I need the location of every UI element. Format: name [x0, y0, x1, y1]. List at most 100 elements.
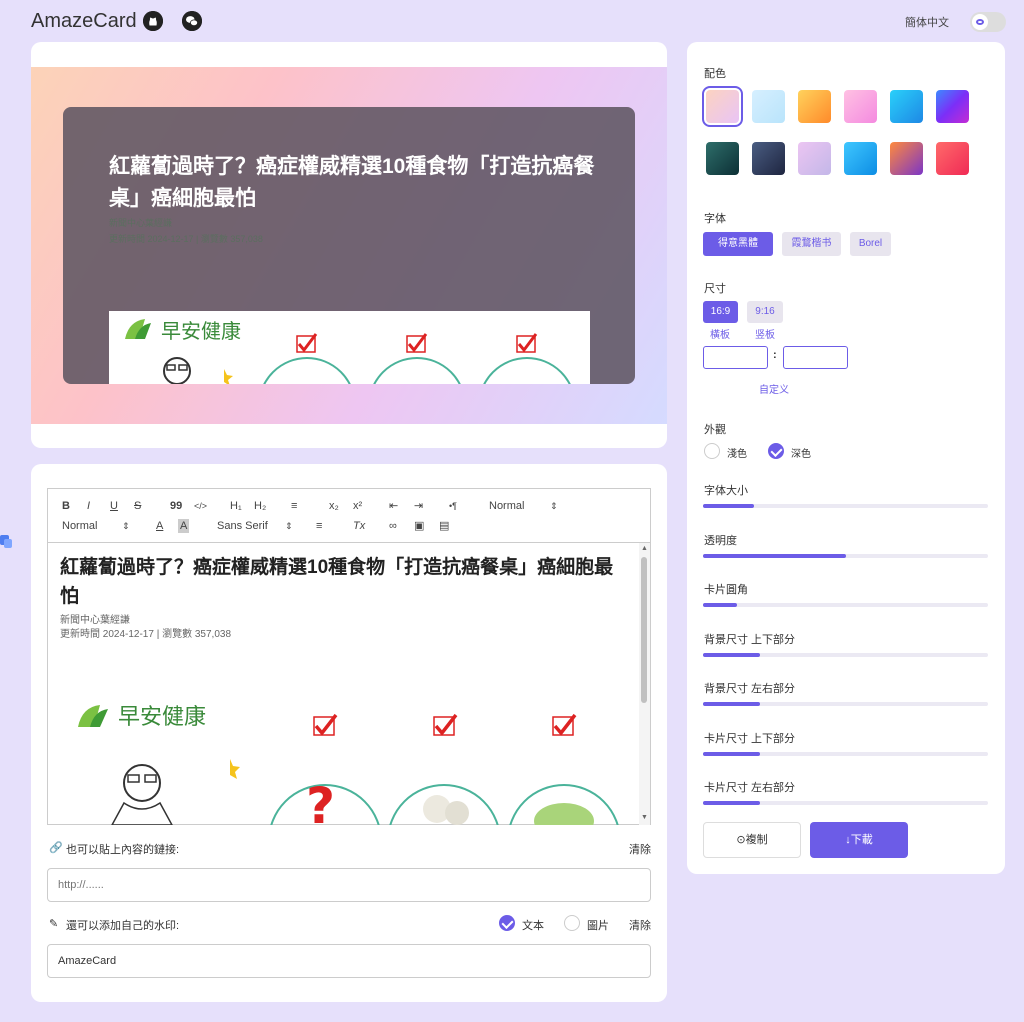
link-icon[interactable]: ∞	[389, 519, 397, 533]
list-icon[interactable]: ≡	[291, 499, 297, 513]
custom-width-input[interactable]	[703, 346, 768, 369]
card-watermark: AmazeCard	[618, 431, 655, 438]
slider-fill	[703, 652, 760, 657]
font-select[interactable]: Sans Serif	[217, 519, 268, 533]
watermark-image-radio[interactable]	[564, 915, 580, 931]
slider-label: 卡片圓角	[704, 584, 748, 596]
font-option-borel[interactable]: Borel	[850, 232, 891, 256]
language-switch[interactable]: 簡体中文	[905, 14, 949, 30]
color-swatch[interactable]	[798, 142, 831, 175]
eye-icon	[972, 14, 988, 30]
link-icon: 🔗	[49, 842, 63, 854]
article-image: 早安健康 ?	[78, 705, 619, 825]
ratio-9-16[interactable]: 9:16	[747, 301, 783, 323]
color-swatch[interactable]	[890, 142, 923, 175]
slider-fill	[703, 751, 760, 756]
custom-height-input[interactable]	[783, 346, 848, 369]
code-button[interactable]: </>	[194, 499, 207, 513]
ratio-16-9[interactable]: 16:9	[703, 301, 738, 323]
clear-format-icon[interactable]: Tx	[353, 519, 365, 533]
watermark-image-label: 圖片	[587, 920, 609, 932]
color-swatch[interactable]	[890, 90, 923, 123]
font-option-deyi[interactable]: 得意黑體	[703, 232, 773, 256]
slider-fill	[703, 702, 760, 706]
editor-toolbar: B I U S 99 </> H₁ H₂ ≡ x₂ x² ⇤ ⇥ •¶ Norm…	[48, 489, 650, 543]
slider-track[interactable]	[703, 553, 988, 558]
light-radio[interactable]	[704, 443, 720, 459]
link-clear-button[interactable]: 清除	[629, 841, 651, 857]
slider-label: 背景尺寸 上下部分	[704, 633, 796, 646]
copy-button[interactable]: ⊙複制	[703, 822, 801, 858]
appearance-label: 外觀	[704, 424, 726, 436]
wechat-icon[interactable]	[182, 11, 202, 31]
theme-toggle[interactable]	[970, 12, 1006, 32]
background-color-icon[interactable]: A	[178, 519, 190, 533]
size-label: 尺寸	[704, 283, 726, 295]
watermark-input[interactable]: AmazeCard	[47, 944, 651, 978]
ratio-vertical-caption: 竖板	[755, 330, 775, 341]
watermark-text-radio[interactable]	[499, 915, 515, 931]
wand-icon: ✎	[49, 918, 59, 930]
watermark-text-label: 文本	[522, 920, 544, 932]
size-select[interactable]: Normal	[489, 499, 524, 513]
slider-label: 卡片尺寸 上下部分	[704, 732, 796, 745]
link-label: 也可以貼上內容的鏈接:	[66, 844, 180, 856]
custom-size-button[interactable]: 自定义	[759, 381, 789, 396]
chevron-updown-icon: ⇕	[550, 501, 558, 511]
align-icon[interactable]: ≡	[316, 519, 322, 533]
slider-label: 背景尺寸 左右部分	[704, 683, 796, 695]
preview-card: 紅蘿蔔過時了？癌症權威精選10種食物「打造抗癌餐桌」癌細胞最怕 新聞中心葉經謙 …	[63, 107, 635, 384]
color-swatch[interactable]	[706, 142, 739, 175]
scroll-thumb[interactable]	[641, 557, 647, 703]
color-swatch[interactable]	[844, 90, 877, 123]
slider-track[interactable]	[703, 801, 988, 805]
editor-scrollbar[interactable]: ▲ ▼	[639, 543, 650, 825]
editor-panel: B I U S 99 </> H₁ H₂ ≡ x₂ x² ⇤ ⇥ •¶ Norm…	[31, 464, 667, 1002]
slider-track[interactable]	[703, 702, 988, 706]
slider-track[interactable]	[703, 504, 988, 508]
slider-fill	[703, 504, 755, 508]
color-swatch[interactable]	[702, 86, 743, 127]
scroll-down-icon[interactable]: ▼	[641, 814, 648, 821]
font-option-xiawu[interactable]: 霞鶩楷书	[782, 232, 841, 256]
editor-content[interactable]: 紅蘿蔔過時了？癌症權威精選10種食物「打造抗癌餐桌」癌細胞最怕 新聞中心葉經謙 …	[48, 543, 650, 825]
h2-button[interactable]: H₂	[254, 499, 266, 513]
text-color-icon[interactable]: A	[156, 519, 163, 533]
slider-fill	[703, 603, 738, 607]
scroll-up-icon[interactable]: ▲	[641, 545, 648, 552]
strike-button[interactable]: S	[134, 499, 141, 513]
subscript-button[interactable]: x₂	[329, 499, 339, 513]
bold-button[interactable]: B	[62, 499, 70, 513]
video-icon[interactable]: ▤	[439, 519, 449, 533]
color-swatch[interactable]	[752, 90, 785, 123]
dark-label: 深色	[791, 449, 811, 460]
slider-track[interactable]	[703, 652, 988, 657]
slider-track[interactable]	[703, 603, 988, 607]
slider-track[interactable]	[703, 751, 988, 756]
svg-text:?: ?	[306, 777, 335, 825]
watermark-clear-button[interactable]: 清除	[629, 917, 651, 933]
blockquote-button[interactable]: 99	[170, 499, 182, 513]
github-icon[interactable]	[143, 11, 163, 31]
svg-text:早安健康: 早安健康	[118, 705, 206, 730]
link-input[interactable]	[47, 868, 651, 902]
color-swatch[interactable]	[844, 142, 877, 175]
outdent-icon[interactable]: ⇤	[389, 499, 398, 513]
italic-button[interactable]: I	[87, 499, 90, 513]
slider-fill	[703, 553, 846, 558]
color-swatch[interactable]	[798, 90, 831, 123]
dark-radio[interactable]	[768, 443, 784, 459]
translate-widget-icon[interactable]	[0, 532, 12, 550]
color-swatch[interactable]	[936, 142, 969, 175]
direction-icon[interactable]: •¶	[449, 499, 457, 513]
superscript-button[interactable]: x²	[353, 499, 362, 513]
underline-button[interactable]: U	[110, 499, 118, 513]
color-swatch[interactable]	[936, 90, 969, 123]
chevron-updown-icon: ⇕	[285, 521, 293, 531]
color-swatch[interactable]	[752, 142, 785, 175]
header-select[interactable]: Normal	[62, 519, 97, 533]
image-icon[interactable]: ▣	[414, 519, 424, 533]
h1-button[interactable]: H₁	[230, 499, 242, 513]
download-button[interactable]: ↓下載	[810, 822, 908, 858]
indent-icon[interactable]: ⇥	[414, 499, 423, 513]
